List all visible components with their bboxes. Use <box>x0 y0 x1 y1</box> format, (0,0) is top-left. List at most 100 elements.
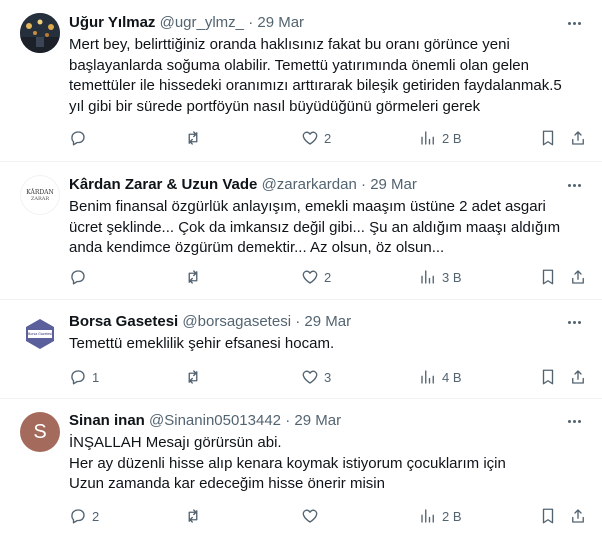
heart-icon <box>302 131 318 145</box>
avatar[interactable] <box>20 13 60 53</box>
views-icon <box>421 270 434 284</box>
bookmark-icon <box>542 130 554 146</box>
retweet-button[interactable] <box>184 266 207 288</box>
tweet-text-line: temettüler ile hissedeki oranımızı arttı… <box>69 77 562 94</box>
views-button[interactable]: 2 B <box>419 505 462 527</box>
retweet-button[interactable] <box>184 366 207 388</box>
views-button[interactable]: 3 B <box>419 266 462 288</box>
tweet-text: Benim finansal özgürlük anlayışım, emekl… <box>69 197 589 259</box>
like-count: 2 <box>324 130 332 146</box>
reply-feed: Uğur Yılmaz @ugr_ylmz_ · 29 Mar Mert bey… <box>0 0 602 541</box>
reply-button[interactable]: 1 <box>69 366 99 388</box>
views-icon <box>421 131 434 145</box>
view-count: 3 B <box>442 269 462 285</box>
reply-icon <box>71 509 85 524</box>
bookmark-button[interactable] <box>539 505 557 527</box>
reply-count: 2 <box>92 508 100 524</box>
avatar[interactable]: S <box>20 412 60 452</box>
bookmark-button[interactable] <box>539 366 557 388</box>
tweet-text-line: başlayanlarda soğuma olabilir. Temettü y… <box>69 56 529 74</box>
reply-icon <box>71 270 85 285</box>
bookmark-icon <box>542 369 554 385</box>
tweet-header: Kârdan Zarar & Uzun Vade @zararkardan · … <box>69 175 562 195</box>
avatar[interactable]: Borsa Gazetesi <box>20 314 60 354</box>
bookmark-icon <box>542 508 554 524</box>
tweet-text-line: Benim finansal özgürlük anlayışım, emekl… <box>69 198 546 215</box>
separator-dot: · <box>295 313 301 330</box>
display-name[interactable]: Borsa Gasetesi <box>69 313 178 330</box>
like-button[interactable]: 2 <box>301 127 331 149</box>
tweet-actions: 1 3 4 B <box>69 366 589 388</box>
tweet[interactable]: Uğur Yılmaz @ugr_ylmz_ · 29 Mar Mert bey… <box>0 0 602 162</box>
user-handle[interactable]: @ugr_ylmz_ <box>160 14 244 31</box>
tweet-text-line: İNŞALLAH Mesajı görürsün abi. <box>69 434 282 451</box>
view-count: 2 B <box>442 508 462 524</box>
tweet[interactable]: Borsa Gazetesi Borsa Gasetesi @borsagase… <box>0 300 602 399</box>
reply-button[interactable]: 2 <box>69 505 99 527</box>
bookmark-button[interactable] <box>539 266 557 288</box>
share-button[interactable] <box>569 266 587 288</box>
tweet-date[interactable]: 29 Mar <box>304 313 351 330</box>
more-icon[interactable] <box>564 411 584 431</box>
retweet-button[interactable] <box>184 127 207 149</box>
bookmark-button[interactable] <box>539 127 557 149</box>
tweet-date[interactable]: 29 Mar <box>370 176 417 193</box>
like-button[interactable]: 3 <box>301 366 331 388</box>
tweet[interactable]: KÂRDAN ZARAR Kârdan Zarar & Uzun Vade @z… <box>0 162 602 300</box>
like-count: 2 <box>324 269 332 285</box>
retweet-icon <box>188 509 198 523</box>
user-handle[interactable]: @Sinanin05013442 <box>149 412 281 429</box>
display-name[interactable]: Uğur Yılmaz <box>69 14 155 31</box>
tweet-text-line: Mert bey, belirttiğiniz oranda haklısını… <box>69 36 510 53</box>
tweet-header: Uğur Yılmaz @ugr_ylmz_ · 29 Mar <box>69 13 562 33</box>
reply-button[interactable] <box>69 127 92 149</box>
retweet-icon <box>188 270 198 284</box>
user-handle[interactable]: @borsagasetesi <box>182 313 291 330</box>
more-icon[interactable] <box>564 175 584 195</box>
separator-dot: · <box>248 14 254 31</box>
tweet-text: Mert bey, belirttiğiniz oranda haklısını… <box>69 35 589 117</box>
share-icon <box>572 509 584 523</box>
reply-count: 1 <box>92 369 100 385</box>
tweet-actions: 2 2 B <box>69 127 589 149</box>
retweet-button[interactable] <box>184 505 207 527</box>
display-name[interactable]: Kârdan Zarar & Uzun Vade <box>69 176 257 193</box>
separator-dot: · <box>285 412 291 429</box>
reply-icon <box>71 370 85 385</box>
tweet-text-line: yıl gibi bir sürede portföyün nasıl büyü… <box>69 97 481 115</box>
separator-dot: · <box>361 176 367 193</box>
like-button[interactable] <box>301 505 324 527</box>
tweet-header: Borsa Gasetesi @borsagasetesi · 29 Mar <box>69 312 562 332</box>
views-button[interactable]: 2 B <box>419 127 462 149</box>
heart-icon <box>302 509 318 523</box>
tweet-actions: 2 2 B <box>69 505 589 527</box>
share-icon <box>572 370 584 384</box>
tweet-text: Temettü emeklilik şehir efsanesi hocam. <box>69 334 589 355</box>
views-button[interactable]: 4 B <box>419 366 462 388</box>
tweet[interactable]: S Sinan inan @Sinanin05013442 · 29 Mar İ… <box>0 399 602 541</box>
avatar-logo-text: ZARAR <box>30 195 50 202</box>
share-button[interactable] <box>569 505 587 527</box>
display-name[interactable]: Sinan inan <box>69 412 145 429</box>
tweet-header: Sinan inan @Sinanin05013442 · 29 Mar <box>69 411 562 431</box>
views-icon <box>421 509 434 523</box>
tweet-text-line: anda kendimce özgürüm demektir... Az ols… <box>69 239 445 256</box>
tweet-date[interactable]: 29 Mar <box>294 412 341 429</box>
share-button[interactable] <box>569 127 587 149</box>
retweet-icon <box>188 370 198 384</box>
avatar-logo-text: KÂRDAN <box>26 188 54 196</box>
user-handle[interactable]: @zararkardan <box>262 176 357 193</box>
more-icon[interactable] <box>564 13 584 33</box>
share-button[interactable] <box>569 366 587 388</box>
view-count: 2 B <box>442 130 462 146</box>
more-icon[interactable] <box>564 312 584 332</box>
reply-icon <box>71 131 85 146</box>
tweet-date[interactable]: 29 Mar <box>257 14 304 31</box>
tweet-actions: 2 3 B <box>69 266 589 288</box>
tweet-text: İNŞALLAH Mesajı görürsün abi. Her ay düz… <box>69 433 589 495</box>
like-button[interactable]: 2 <box>301 266 331 288</box>
reply-button[interactable] <box>69 266 92 288</box>
view-count: 4 B <box>442 369 462 385</box>
heart-icon <box>302 270 318 284</box>
avatar[interactable]: KÂRDAN ZARAR <box>20 175 60 215</box>
